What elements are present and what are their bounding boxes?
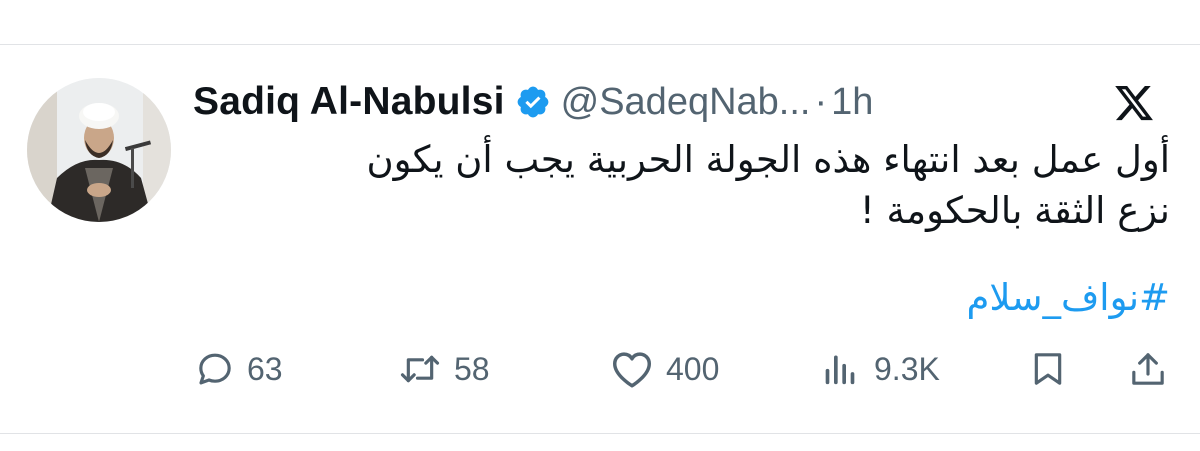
separator-dot: ·: [814, 80, 828, 123]
views-icon: [818, 349, 862, 389]
reply-icon: [195, 349, 235, 389]
top-divider: [0, 44, 1200, 45]
x-logo-icon: [1112, 82, 1156, 124]
bookmark-button[interactable]: [1028, 345, 1068, 393]
reply-button[interactable]: 63: [195, 345, 283, 393]
hashtag-link[interactable]: #نواف_سلام: [966, 272, 1170, 323]
bottom-divider: [0, 433, 1200, 434]
author-handle[interactable]: @SadeqNab...: [561, 81, 811, 124]
action-bar: 63 58 400 9.3K: [0, 345, 1200, 393]
like-icon: [610, 349, 654, 389]
bookmark-icon: [1028, 349, 1068, 389]
repost-button[interactable]: 58: [398, 345, 490, 393]
author-name[interactable]: Sadiq Al-Nabulsi: [193, 80, 505, 124]
like-button[interactable]: 400: [610, 345, 719, 393]
share-button[interactable]: [1128, 345, 1168, 393]
views-button[interactable]: 9.3K: [818, 345, 940, 393]
tweet-header: Sadiq Al-Nabulsi @SadeqNab... · 1h: [193, 76, 873, 128]
tweet-text: أول عمل بعد انتهاء هذه الجولة الحربية يج…: [366, 138, 1170, 232]
repost-icon: [398, 349, 442, 389]
avatar[interactable]: [27, 78, 171, 222]
like-count: 400: [666, 350, 720, 387]
share-icon: [1128, 349, 1168, 389]
repost-count: 58: [454, 350, 490, 387]
timestamp[interactable]: 1h: [831, 81, 873, 124]
view-count: 9.3K: [874, 350, 940, 387]
verified-badge-icon: [515, 84, 551, 120]
reply-count: 63: [247, 350, 283, 387]
